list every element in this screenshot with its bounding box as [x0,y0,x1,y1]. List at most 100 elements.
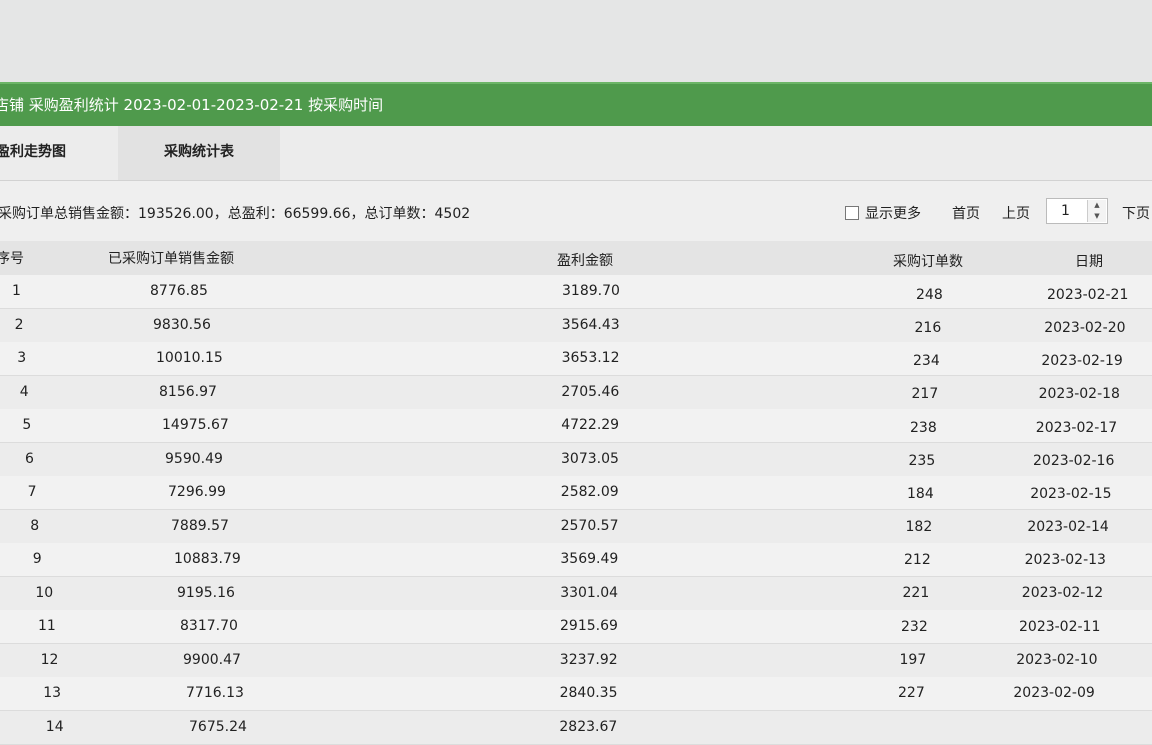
table-row[interactable]: 8 7889.57 2570.57 182 2023-02-14 [0,509,1152,544]
profit-amount: 3189.70 [562,283,620,299]
order-date: 2023-02-19 [1041,353,1123,370]
order-count: 216 [914,320,942,337]
order-count: 227 [898,684,925,701]
row-number: 5 [22,417,32,433]
profit-amount: 2915.69 [560,618,618,634]
row-number: 3 [17,350,27,366]
row-number: 13 [43,685,62,701]
order-date: 2023-02-15 [1030,485,1112,502]
table-row[interactable]: 4 8156.97 2705.46 217 2023-02-18 [0,375,1152,410]
order-count: 217 [911,386,939,403]
table-row[interactable]: 2 9830.56 3564.43 216 2023-02-20 [0,308,1152,343]
order-date: 2023-02-11 [1019,618,1101,635]
sales-amount: 7296.99 [168,484,226,500]
column-header-sales: 已采购订单销售金额 [108,251,234,267]
order-count: 184 [907,485,934,502]
sales-amount: 9900.47 [183,651,241,668]
table-row[interactable]: 14 7675.24 2823.67 [0,710,1152,745]
order-count: 248 [916,287,943,303]
tab-purchase-table[interactable]: 采购统计表 [118,126,280,180]
table-row[interactable]: 9 10883.79 3569.49 212 2023-02-13 [0,543,1152,577]
sales-amount: 9195.16 [177,584,235,601]
summary-text: 采购订单总销售金额：193526.00，总盈利：66599.66，总订单数：45… [0,206,471,222]
table-row[interactable]: 7 7296.99 2582.09 184 2023-02-15 [0,476,1152,510]
window-title: 店铺 采购盈利统计 2023-02-01-2023-02-21 按采购时间 [0,96,384,114]
row-number: 2 [14,316,24,333]
row-number: 11 [38,618,56,634]
sales-amount: 8317.70 [180,618,238,634]
order-count: 197 [899,651,927,668]
page-spinner[interactable]: ▲ ▼ [1087,200,1106,222]
table-row[interactable]: 6 9590.49 3073.05 235 2023-02-16 [0,442,1152,477]
order-date: 2023-02-18 [1038,386,1120,403]
show-more-checkbox[interactable] [845,206,859,220]
order-date: 2023-02-20 [1044,320,1126,337]
tab-profit-trend[interactable]: 盈利走势图 [0,126,118,180]
order-count: 182 [905,519,933,536]
order-date: 2023-02-21 [1047,287,1129,303]
window-title-bar: 店铺 采购盈利统计 2023-02-01-2023-02-21 按采购时间 [0,82,1152,126]
toolbar: 采购订单总销售金额：193526.00，总盈利：66599.66，总订单数：45… [0,181,1152,241]
sales-amount: 9830.56 [153,316,211,333]
page-number-value: 1 [1061,203,1070,219]
table-row[interactable]: 13 7716.13 2840.35 227 2023-02-09 [0,677,1152,711]
table-row[interactable]: 5 14975.67 4722.29 238 2023-02-17 [0,409,1152,443]
row-number: 6 [25,450,34,467]
first-page-link[interactable]: 首页 [952,203,980,223]
row-number: 10 [35,584,54,601]
sales-amount: 8156.97 [159,383,217,400]
prev-page-link[interactable]: 上页 [1002,203,1030,223]
sales-amount: 7675.24 [189,718,247,735]
sales-amount: 10010.15 [156,350,223,366]
sales-amount: 7716.13 [186,685,244,701]
profit-amount: 2582.09 [560,484,619,500]
show-more-toggle[interactable]: 显示更多 [845,203,921,223]
profit-amount: 3073.05 [561,450,619,467]
order-date: 2023-02-12 [1021,585,1104,602]
sales-amount: 7889.57 [171,517,229,534]
order-count: 235 [908,452,936,469]
order-date: 2023-02-10 [1016,651,1098,668]
spinner-down-icon[interactable]: ▼ [1088,211,1106,222]
order-count: 238 [910,419,937,436]
row-number: 9 [32,551,42,567]
table-row[interactable]: 12 9900.47 3237.92 197 2023-02-10 [0,643,1152,678]
table-row[interactable]: 10 9195.16 3301.04 221 2023-02-12 [0,576,1152,611]
profit-amount: 4722.29 [561,417,620,433]
order-count: 234 [913,353,940,370]
profit-amount: 3564.43 [561,316,620,333]
row-number: 8 [30,517,40,534]
table-header: 序号 已采购订单销售金额 盈利金额 采购订单数 日期 [0,241,1152,275]
order-count: 232 [901,618,928,635]
order-date: 2023-02-14 [1027,519,1109,536]
sales-amount: 10883.79 [174,551,241,567]
order-count: 221 [902,585,930,602]
sales-amount: 8776.85 [150,283,208,299]
row-number: 4 [19,383,29,400]
spinner-up-icon[interactable]: ▲ [1088,200,1106,211]
order-date: 2023-02-09 [1013,684,1095,701]
next-page-link[interactable]: 下页 [1122,203,1150,223]
screen-top-area [0,0,1152,82]
profit-amount: 3569.49 [560,551,619,567]
column-header-orders: 采购订单数 [893,254,963,270]
page-number-input[interactable]: 1 ▲ ▼ [1046,198,1108,224]
order-date: 2023-02-17 [1035,419,1118,436]
table-row[interactable]: 1 8776.85 3189.70 248 2023-02-21 [0,275,1152,309]
table-row[interactable]: 3 10010.15 3653.12 234 2023-02-19 [0,342,1152,376]
profit-amount: 2823.67 [559,718,618,735]
order-count: 212 [904,552,931,569]
sales-amount: 14975.67 [162,417,229,433]
profit-amount: 3237.92 [559,651,618,668]
row-number: 7 [27,484,37,500]
data-table-body: 1 8776.85 3189.70 248 2023-02-21 2 9830.56 3564… [0,275,1152,745]
column-header-date: 日期 [1075,254,1103,270]
row-number: 14 [45,718,64,735]
sales-amount: 9590.49 [165,450,223,467]
profit-amount: 3301.04 [560,584,619,601]
table-row[interactable]: 11 8317.70 2915.69 232 2023-02-11 [0,610,1152,644]
tab-bar: 盈利走势图 采购统计表 [0,126,1152,181]
tab-label: 采购统计表 [164,144,234,160]
column-header-no: 序号 [0,251,24,267]
order-date: 2023-02-16 [1033,452,1115,469]
